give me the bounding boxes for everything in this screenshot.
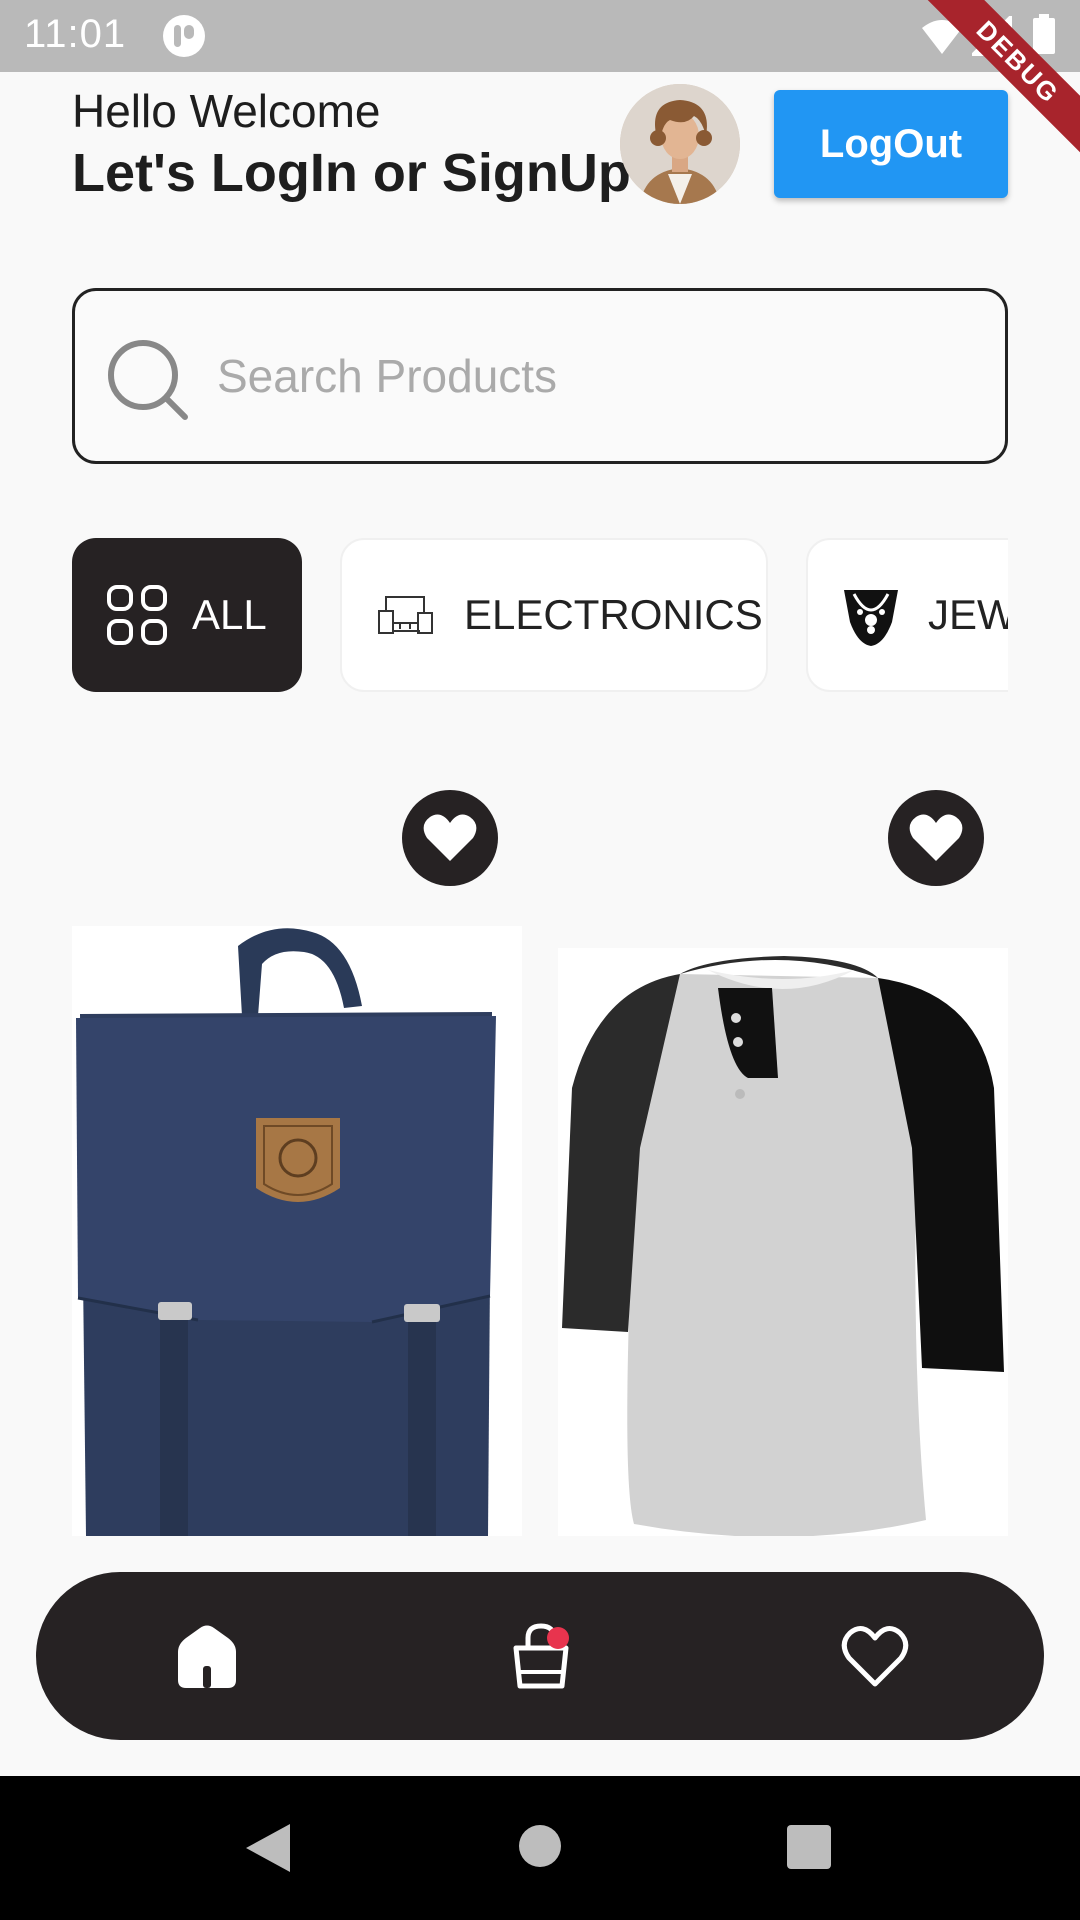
- devices-icon: [378, 596, 433, 634]
- category-chip-jewelery[interactable]: JEW: [806, 538, 1008, 692]
- avatar-image: [620, 84, 740, 204]
- battery-icon: [1033, 14, 1055, 54]
- favorite-button[interactable]: [888, 790, 984, 886]
- henley-shirt-image: [558, 948, 1008, 1536]
- category-chip-all[interactable]: ALL: [72, 538, 302, 692]
- system-navigation-bar: [0, 1776, 1080, 1920]
- heart-outline-icon[interactable]: [840, 1622, 910, 1692]
- home-circle-icon[interactable]: [518, 1824, 562, 1868]
- back-icon[interactable]: [244, 1822, 292, 1874]
- page-title: Let's LogIn or SignUp: [72, 143, 631, 203]
- search-bar[interactable]: [72, 288, 1008, 464]
- category-chip-electronics[interactable]: ELECTRONICS: [340, 538, 768, 692]
- necklace-icon: [844, 590, 898, 646]
- home-icon[interactable]: [172, 1622, 242, 1692]
- logout-button[interactable]: LogOut: [774, 90, 1008, 198]
- greeting-text: Hello Welcome: [72, 85, 381, 137]
- avatar[interactable]: [620, 84, 740, 204]
- category-list: ALL ELECTRONICS JEW: [72, 538, 1008, 692]
- cart-icon[interactable]: [506, 1622, 576, 1692]
- status-bar: 11:01: [0, 0, 1080, 72]
- heart-icon: [909, 814, 963, 861]
- bottom-navigation: [36, 1572, 1044, 1740]
- category-label: ELECTRONICS: [464, 591, 763, 638]
- grid-icon: [107, 585, 167, 645]
- search-input[interactable]: [217, 331, 977, 421]
- product-image-shirt[interactable]: [558, 948, 1008, 1536]
- product-image-backpack[interactable]: [72, 926, 522, 1536]
- recent-apps-icon[interactable]: [786, 1824, 832, 1870]
- category-label: JEW: [928, 591, 1008, 638]
- backpack-image: [72, 926, 522, 1536]
- favorite-button[interactable]: [402, 790, 498, 886]
- app-notification-icon: [163, 15, 205, 57]
- category-label: ALL: [192, 591, 267, 638]
- heart-icon: [423, 814, 477, 861]
- status-time: 11:01: [24, 12, 127, 56]
- search-icon: [108, 340, 188, 420]
